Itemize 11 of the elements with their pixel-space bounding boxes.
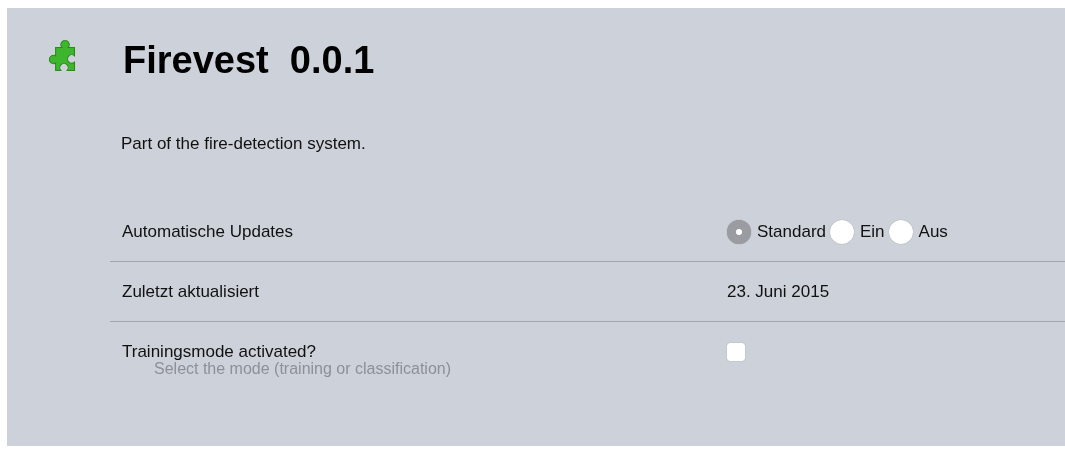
setting-label: Trainingsmode activated? — [121, 342, 318, 362]
setting-label: Automatische Updates — [121, 221, 295, 242]
addon-description: Part of the fire-detection system. — [121, 134, 367, 154]
setting-label: Zuletzt aktualisiert — [121, 281, 260, 302]
addon-title: Firevest 0.0.1 — [123, 38, 375, 82]
radio-option[interactable]: Standard — [727, 219, 826, 244]
setting-hint: Select the mode (training or classification) — [154, 360, 453, 378]
radio-option[interactable]: Aus — [888, 219, 948, 244]
radio-option[interactable]: Ein — [830, 219, 885, 244]
checkbox[interactable] — [727, 343, 745, 361]
setting-value: 23. Juni 2015 — [727, 281, 830, 302]
